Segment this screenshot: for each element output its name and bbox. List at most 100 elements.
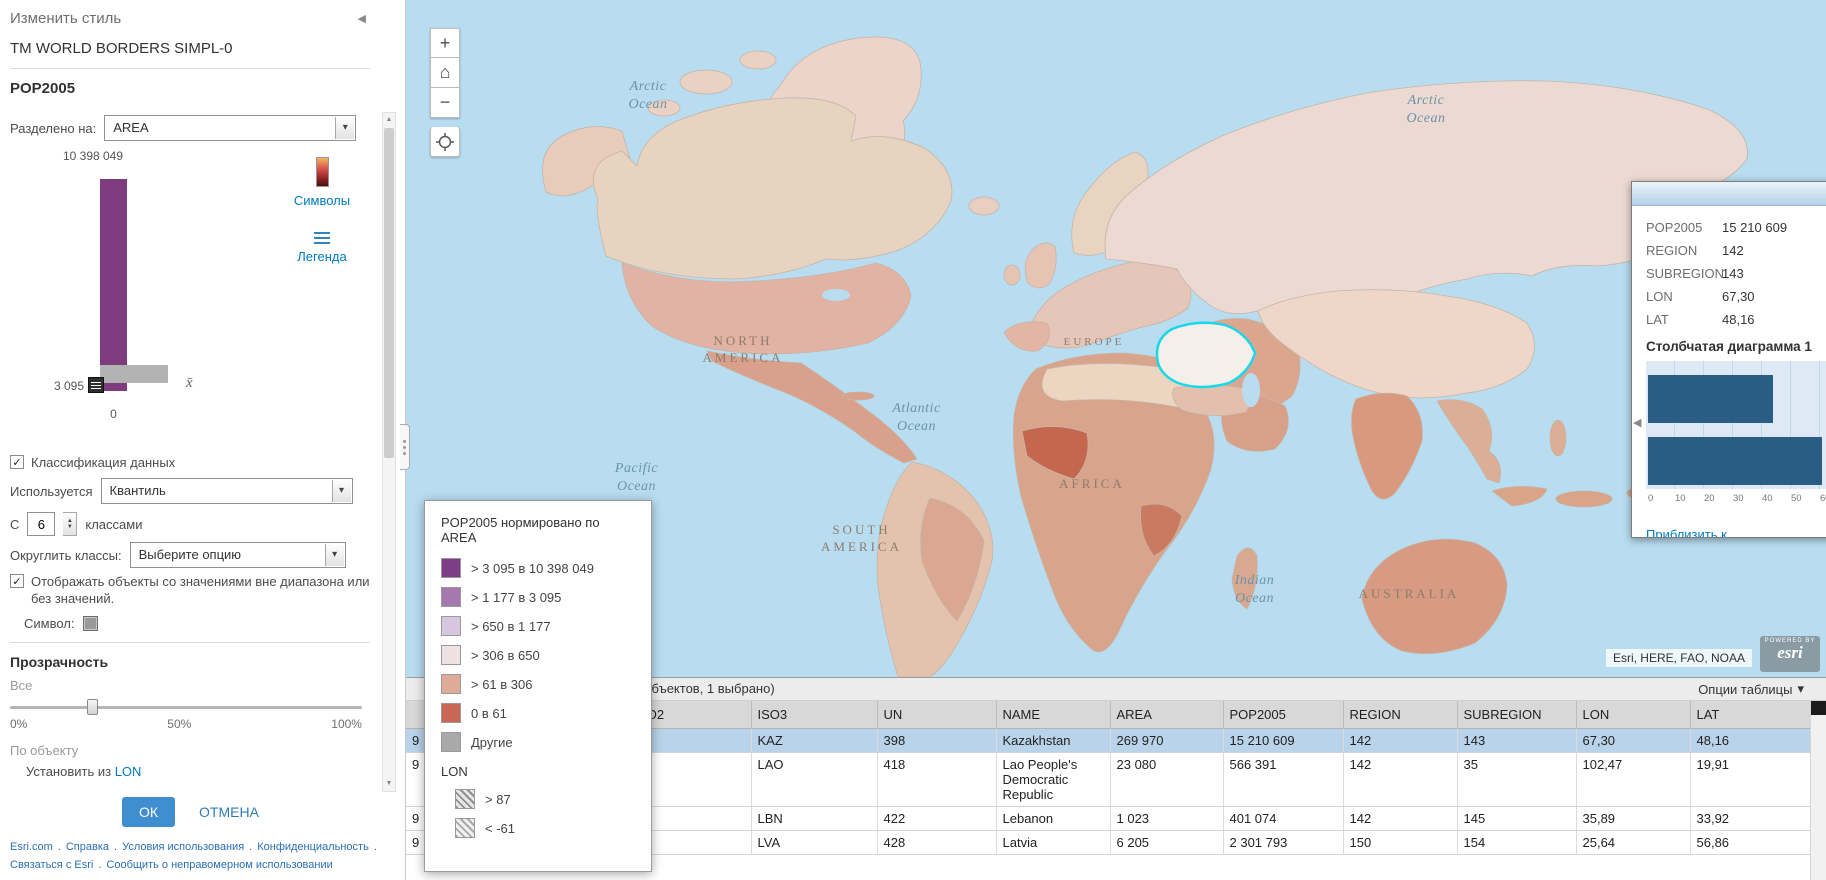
out-of-range-checkbox[interactable]: ✓ [10,574,24,588]
attribute-title: POP2005 [10,80,370,97]
field-value: 67,30 [1722,289,1755,304]
locate-button[interactable] [430,127,460,157]
field-value: 142 [1722,243,1744,258]
field-label: LAT [1646,308,1722,331]
histogram: 10 398 049 3 095 0 x̄ Символы Легенда [10,149,370,449]
footer-link-help[interactable]: Справка [66,838,109,857]
table-options-button[interactable]: Опции таблицы ▾ [1698,681,1804,697]
column-header[interactable]: NAME [996,701,1110,728]
zoom-to-link[interactable]: Приблизить к [1646,527,1727,537]
change-style-panel: Изменить стиль ◀ TM WORLD BORDERS SIMPL-… [0,0,406,880]
cell: 19,91 [1690,752,1810,806]
cell: Kazakhstan [996,728,1110,752]
round-classes-label: Округлить классы: [10,548,122,563]
column-header[interactable]: LON [1576,701,1690,728]
popup-chart-title: Столбчатая диаграмма 1 [1646,339,1826,354]
slider-track[interactable] [10,706,362,709]
cell: 145 [1457,806,1576,830]
esri-logo: POWERED BY esri [1760,636,1820,672]
classes-stepper[interactable]: ▲▼ [63,512,77,536]
scroll-down-icon[interactable]: ▼ [383,777,395,791]
legend-swatch [441,616,461,636]
footer-link-contact[interactable]: Связаться с Esri [10,856,93,875]
sidebar-scrollbar[interactable]: ▲ ▼ [382,112,396,792]
field-value: 15 210 609 [1722,220,1787,235]
cell: 102,47 [1576,752,1690,806]
scrollbar-thumb[interactable] [384,128,394,458]
popup-bar-chart: ◀ 0 10 20 30 40 50 60 [1646,361,1826,507]
slider-thumb[interactable] [87,699,98,715]
cell: 142 [1343,752,1457,806]
classes-prefix: С [10,517,19,532]
footer-link-privacy[interactable]: Конфиденциальность [257,838,369,857]
map-label-indian-ocean: IndianOcean [1212,572,1297,607]
popup-content: POP200515 210 609 REGION142 SUBREGION143… [1632,206,1826,537]
cell: 401 074 [1223,806,1343,830]
cell: 23 080 [1110,752,1223,806]
cell: 422 [877,806,996,830]
cell: 35,89 [1576,806,1690,830]
panel-title: Изменить стиль [10,10,121,27]
column-header[interactable]: UN [877,701,996,728]
scroll-up-icon[interactable]: ▲ [383,113,395,127]
symbols-link[interactable]: Символы [294,193,350,208]
footer-link-esri[interactable]: Esri.com [10,838,53,857]
cell: 398 [877,728,996,752]
table-scrollbar[interactable] [1810,701,1826,880]
cell: 142 [1343,728,1457,752]
great-lakes [822,289,850,301]
column-header[interactable]: REGION [1343,701,1457,728]
zoom-in-button[interactable]: + [430,28,460,58]
column-header[interactable]: SUBREGION [1457,701,1576,728]
cell: LBN [751,806,877,830]
footer-link-abuse[interactable]: Сообщить о неправомерном использовании [106,856,332,875]
legend-popup: POP2005 нормировано по AREA > 3 095 в 10… [424,500,652,872]
popup-titlebar[interactable]: × [1632,182,1826,206]
scrollbar-block[interactable] [1811,701,1826,715]
symbol-swatch-button[interactable] [83,616,98,631]
cell: 566 391 [1223,752,1343,806]
axis-tick: 60 [1820,493,1826,504]
spinner-down-icon[interactable]: ▼ [67,524,73,530]
media-prev-icon[interactable]: ◀ [1633,416,1641,429]
divided-by-label: Разделено на: [10,121,96,136]
cell: Lebanon [996,806,1110,830]
legend-link[interactable]: Легенда [297,249,346,264]
chevron-down-icon[interactable]: ▾ [325,544,344,566]
home-button[interactable]: ⌂ [430,58,460,88]
column-header[interactable]: AREA [1110,701,1223,728]
footer-links: Esri.com. Справка. Условия использования… [10,838,392,875]
slider-label-50: 50% [167,717,191,731]
panel-splitter-handle[interactable] [400,424,410,470]
histogram-handle[interactable] [88,377,104,393]
arcgis-map-viewer: Изменить стиль ◀ TM WORLD BORDERS SIMPL-… [0,0,1826,880]
classes-input[interactable] [27,512,55,536]
chevron-down-icon[interactable]: ▾ [335,117,354,139]
classification-label: Классификация данных [31,455,175,470]
ok-button[interactable]: ОК [122,797,175,827]
histogram-handle-label: 3 095 [32,379,84,393]
column-header[interactable]: ISO3 [751,701,877,728]
method-select[interactable]: Квантиль ▾ [101,478,353,504]
chevron-down-icon[interactable]: ▾ [332,480,351,502]
chart-bar [1648,375,1773,423]
map-label-north-america: NORTHAMERICA [683,333,803,367]
cell: 1 023 [1110,806,1223,830]
collapse-panel-icon[interactable]: ◀ [358,12,366,25]
histogram-max-label: 10 398 049 [38,149,148,163]
column-header[interactable]: POP2005 [1223,701,1343,728]
transparency-slider[interactable]: 0% 50% 100% [10,699,362,733]
map-label-australia: AUSTRALIA [1354,586,1464,603]
footer-link-terms[interactable]: Условия использования [122,838,244,857]
zoom-controls: + ⌂ − [430,28,460,157]
round-classes-select[interactable]: Выберите опцию ▾ [130,542,346,568]
classification-checkbox[interactable]: ✓ [10,455,24,469]
divided-by-select[interactable]: AREA ▾ [104,115,356,141]
legend-lon-title: LON [441,764,637,779]
column-header[interactable]: LAT [1690,701,1810,728]
cancel-button[interactable]: ОТМЕНА [199,804,259,820]
set-from-lon-link[interactable]: LON [115,764,142,779]
cell: 35 [1457,752,1576,806]
zoom-out-button[interactable]: − [430,88,460,118]
layer-name: TM WORLD BORDERS SIMPL-0 [10,40,370,57]
